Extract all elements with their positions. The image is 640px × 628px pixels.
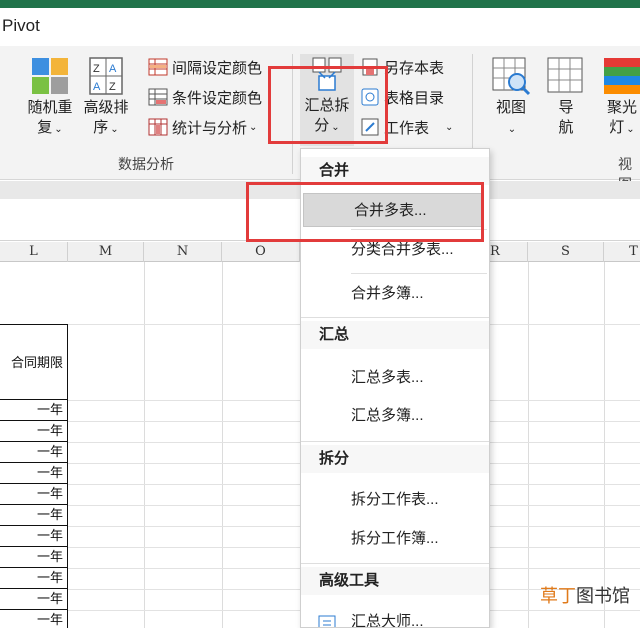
ribbon-tab-row: Pivot xyxy=(0,8,640,46)
menu-divider xyxy=(301,441,489,442)
menu-section-split: 拆分 xyxy=(301,445,489,473)
contract-term-cell[interactable]: 一年 xyxy=(0,484,68,505)
contract-term-cell[interactable]: 一年 xyxy=(0,568,68,589)
contract-term-cell[interactable]: 一年 xyxy=(0,463,68,484)
summary-master-label: 汇总大师... xyxy=(351,613,424,628)
contract-term-cell[interactable]: 一年 xyxy=(0,526,68,547)
table-color-icon xyxy=(148,57,168,77)
stats-table-icon xyxy=(148,117,168,137)
group-label-data-analysis: 数据分析 xyxy=(118,156,174,172)
svg-text:A: A xyxy=(109,63,117,75)
contract-term-cell[interactable]: 一年 xyxy=(0,547,68,568)
svg-text:Z: Z xyxy=(109,81,116,93)
view-label: 视图 ⌄ xyxy=(495,99,526,135)
navigation-grid-icon xyxy=(546,56,586,96)
chevron-down-icon: ⌄ xyxy=(110,124,119,135)
menu-divider xyxy=(351,273,487,274)
summary-master-icon xyxy=(317,613,337,627)
menu-item-summary-workbooks[interactable]: 汇总多簿... xyxy=(301,399,489,433)
chevron-down-icon: ⌄ xyxy=(445,121,454,133)
column-header-o[interactable]: O xyxy=(222,242,300,262)
spotlight-label: 聚光 灯 ⌄ xyxy=(606,99,637,136)
watermark-text: 草丁图书馆 xyxy=(540,582,630,608)
title-bar-strip xyxy=(0,0,640,8)
view-button[interactable]: 视图 ⌄ xyxy=(490,56,532,140)
watermark-part-a: 草丁 xyxy=(540,586,576,606)
column-header-s[interactable]: S xyxy=(528,242,604,262)
stats-analysis-button[interactable]: 统计与分析 ⌄ xyxy=(148,114,257,140)
stats-analysis-label: 统计与分析 xyxy=(172,119,248,137)
contract-term-header-cell[interactable]: 合同期限 xyxy=(0,324,68,400)
menu-section-summary: 汇总 xyxy=(301,321,489,349)
red-highlight-menu-item xyxy=(246,182,484,242)
column-header-m[interactable]: M xyxy=(68,242,144,262)
menu-item-split-worksheet[interactable]: 拆分工作表... xyxy=(301,483,489,517)
watermark-part-b: 图书馆 xyxy=(576,586,630,606)
excel-window: Pivot 随机重 复 ⌄ Z A A Z 高级排 序 ⌄ 间隔设定颜色 条件设… xyxy=(0,0,640,628)
contract-term-cell[interactable]: 一年 xyxy=(0,421,68,442)
svg-text:A: A xyxy=(93,81,101,93)
column-header-n[interactable]: N xyxy=(144,242,222,262)
contract-term-cell[interactable]: 一年 xyxy=(0,610,68,628)
condition-table-icon xyxy=(148,87,168,107)
interval-color-label: 间隔设定颜色 xyxy=(172,59,263,77)
menu-divider xyxy=(301,563,489,564)
dice-grid-icon xyxy=(30,56,70,96)
view-zoom-icon xyxy=(491,56,531,96)
gridline xyxy=(604,262,605,628)
sort-az-icon: Z A A Z xyxy=(86,56,126,96)
column-header-l[interactable]: L xyxy=(0,242,68,262)
menu-divider xyxy=(301,317,489,318)
menu-item-merge-workbooks[interactable]: 合并多簿... xyxy=(301,277,489,311)
red-highlight-ribbon-button xyxy=(268,66,388,144)
interval-color-button[interactable]: 间隔设定颜色 xyxy=(148,54,262,80)
menu-item-split-workbook[interactable]: 拆分工作簿... xyxy=(301,522,489,556)
menu-item-summary-master[interactable]: 汇总大师... xyxy=(301,605,489,628)
navigation-button[interactable]: 导 航 xyxy=(545,56,587,138)
spotlight-button[interactable]: 聚光 灯 ⌄ xyxy=(600,56,640,140)
contract-term-cell[interactable]: 一年 xyxy=(0,442,68,463)
navigation-label: 导 航 xyxy=(558,99,574,136)
gridline xyxy=(222,262,223,628)
table-directory-label: 表格目录 xyxy=(384,89,445,107)
worksheet-label: 工作表 xyxy=(384,119,430,137)
condition-color-button[interactable]: 条件设定颜色 xyxy=(148,84,262,110)
tab-pivot[interactable]: Pivot xyxy=(2,16,40,36)
save-sheet-as-label: 另存本表 xyxy=(384,59,445,77)
contract-term-cell[interactable]: 一年 xyxy=(0,589,68,610)
menu-section-merge: 合并 xyxy=(301,157,489,185)
menu-section-advanced-tools: 高级工具 xyxy=(301,567,489,595)
contract-term-cell[interactable]: 一年 xyxy=(0,400,68,421)
chevron-down-icon: ⌄ xyxy=(507,124,517,135)
chevron-down-icon: ⌄ xyxy=(54,124,63,135)
chevron-down-icon: ⌄ xyxy=(626,124,635,135)
gridline xyxy=(144,262,145,628)
column-header-t[interactable]: T xyxy=(604,242,640,262)
random-repeat-button[interactable]: 随机重 复 ⌄ xyxy=(24,56,76,140)
spotlight-icon xyxy=(602,56,640,96)
advanced-sort-button[interactable]: Z A A Z 高级排 序 ⌄ xyxy=(80,56,132,140)
random-repeat-label: 随机重 复 ⌄ xyxy=(27,99,73,136)
contract-term-cell[interactable]: 一年 xyxy=(0,505,68,526)
advanced-sort-label: 高级排 序 ⌄ xyxy=(83,99,129,136)
condition-color-label: 条件设定颜色 xyxy=(172,89,263,107)
chevron-down-icon: ⌄ xyxy=(249,121,258,133)
svg-text:Z: Z xyxy=(93,63,100,75)
menu-item-summary-sheets[interactable]: 汇总多表... xyxy=(301,361,489,395)
gridline xyxy=(528,262,529,628)
